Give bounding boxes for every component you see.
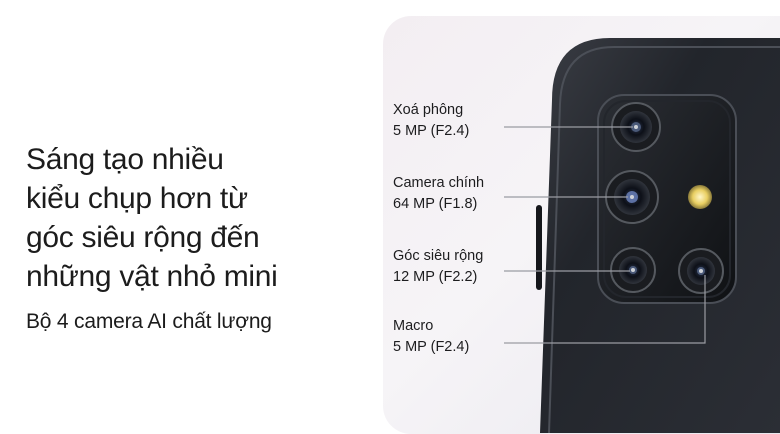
camera-name: Camera chính <box>393 175 485 191</box>
camera-label-depth: Xoá phông 5 MP (F2.4) <box>393 100 469 142</box>
phone-camera-illustration <box>504 38 780 433</box>
camera-labels: Xoá phông 5 MP (F2.4) Camera chính 64 MP… <box>393 0 533 433</box>
camera-label-ultrawide: Góc siêu rộng 12 MP (F2.2) <box>393 246 483 288</box>
camera-spec: 12 MP (F2.2) <box>393 269 478 285</box>
camera-label-macro: Macro 5 MP (F2.4) <box>393 316 469 358</box>
camera-name: Góc siêu rộng <box>393 248 484 264</box>
camera-spec: 5 MP (F2.4) <box>393 339 470 355</box>
camera-name: Xoá phông <box>393 102 464 118</box>
flash-icon <box>688 185 712 209</box>
camera-spec: 64 MP (F1.8) <box>393 196 478 212</box>
camera-name: Macro <box>393 318 434 334</box>
camera-label-main: Camera chính 64 MP (F1.8) <box>393 173 484 215</box>
camera-spec: 5 MP (F2.4) <box>393 123 470 139</box>
